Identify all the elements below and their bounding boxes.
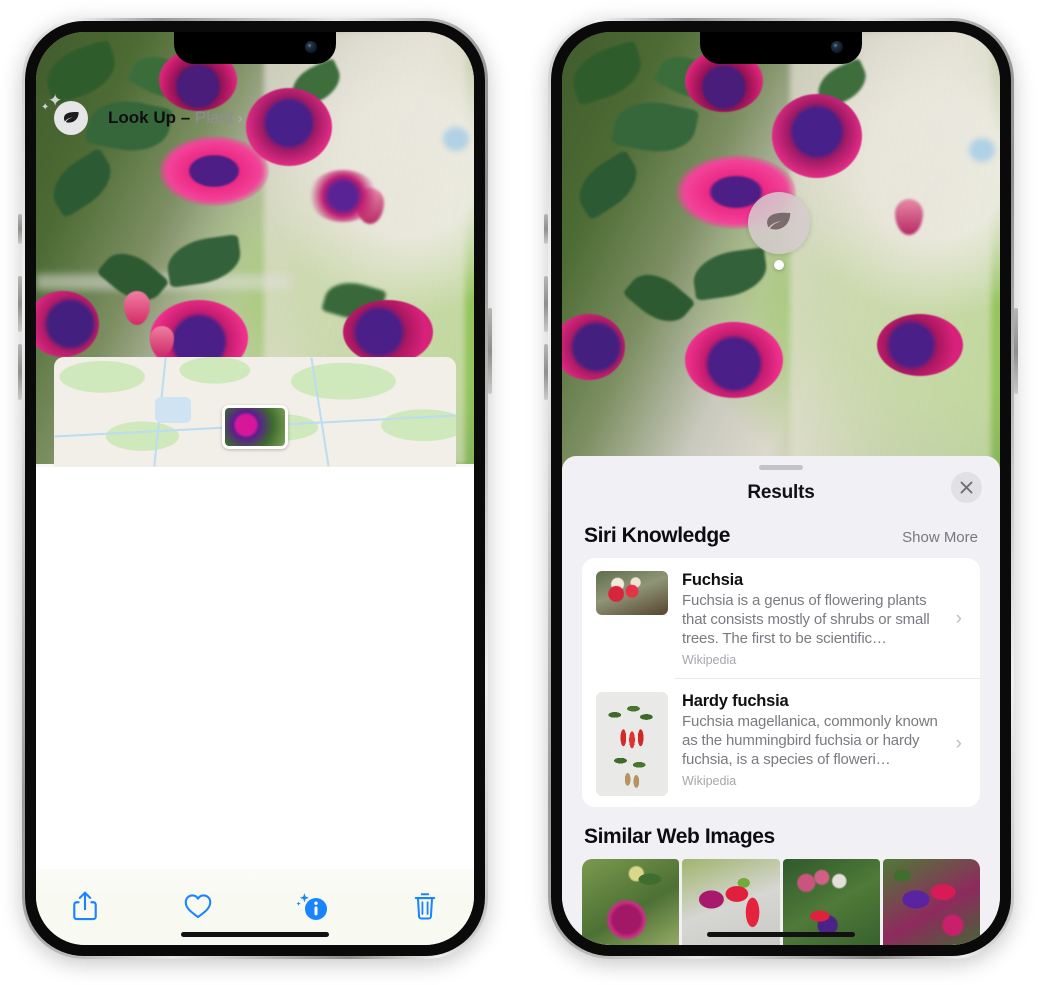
list-item[interactable]: Fuchsia Fuchsia is a genus of flowering … [582, 558, 980, 678]
siri-knowledge-card: Fuchsia Fuchsia is a genus of flowering … [582, 558, 980, 807]
list-item[interactable]: Hardy fuchsia Fuchsia magellanica, commo… [582, 679, 980, 807]
right-phone-screen: Results Siri Knowledge Show More Fuchsia… [562, 32, 1000, 945]
mute-switch[interactable] [544, 214, 548, 244]
notch [174, 32, 336, 64]
leaf-icon: ✦ ✦ [41, 92, 88, 135]
trash-icon [414, 893, 436, 920]
map-photo-pin[interactable] [222, 405, 288, 450]
siri-knowledge-section-header: Siri Knowledge Show More [562, 520, 1000, 558]
knowledge-body: Hardy fuchsia Fuchsia magellanica, commo… [682, 692, 956, 788]
map-pin-thumbnail [225, 408, 285, 447]
info-button[interactable] [289, 885, 335, 927]
front-camera [305, 41, 317, 53]
fuchsia-thumbnail [596, 571, 668, 615]
knowledge-title: Fuchsia [682, 571, 743, 589]
map-water [154, 396, 191, 423]
chevron-right-icon: › [237, 110, 243, 127]
knowledge-title: Hardy fuchsia [682, 692, 789, 710]
info-sparkle-icon [296, 893, 327, 920]
similar-web-images-section-header: Similar Web Images [562, 807, 1000, 859]
look-up-label-group: Look Up – Plant › [108, 108, 243, 128]
power-button[interactable] [1014, 308, 1018, 394]
left-phone-bezel: Add a Caption ✦ ✦ Look Up – [25, 21, 485, 956]
right-iphone-frame: Results Siri Knowledge Show More Fuchsia… [544, 18, 1018, 959]
web-image-tile[interactable] [882, 859, 980, 945]
location-map[interactable] [54, 357, 456, 467]
leaf-icon [767, 212, 791, 230]
look-up-subject: Plant [194, 108, 234, 127]
close-button[interactable] [951, 472, 982, 503]
share-icon [73, 891, 97, 921]
heart-icon [185, 894, 212, 919]
flower-6 [877, 313, 964, 376]
results-sheet: Results Siri Knowledge Show More Fuchsia… [562, 456, 1000, 945]
flower-6 [342, 299, 433, 364]
home-indicator[interactable] [181, 932, 329, 937]
volume-up-button[interactable] [18, 276, 22, 332]
delete-button[interactable] [402, 885, 448, 927]
results-header: Results [562, 470, 1000, 520]
page-title: Results [747, 482, 815, 503]
chevron-right-icon: › [955, 608, 962, 629]
notch [700, 32, 862, 64]
mute-switch[interactable] [18, 214, 22, 244]
show-more-button[interactable]: Show More [902, 529, 978, 546]
share-button[interactable] [62, 885, 108, 927]
volume-up-button[interactable] [544, 276, 548, 332]
knowledge-source: Wikipedia [682, 774, 737, 788]
left-iphone-frame: Add a Caption ✦ ✦ Look Up – [18, 18, 492, 959]
look-up-label: Look Up – [108, 108, 191, 127]
volume-down-button[interactable] [18, 344, 22, 400]
flower-3 [772, 93, 863, 178]
bokeh-2 [969, 137, 996, 162]
right-phone-bezel: Results Siri Knowledge Show More Fuchsia… [551, 21, 1011, 956]
visual-look-up-anchor-dot [774, 260, 784, 270]
screenshot-root: Add a Caption ✦ ✦ Look Up – [0, 0, 1055, 985]
sparkle-large-icon: ✦ [48, 91, 63, 110]
volume-down-button[interactable] [544, 344, 548, 400]
front-camera [831, 41, 843, 53]
section-title: Similar Web Images [584, 825, 775, 848]
visual-look-up-badge[interactable] [748, 192, 810, 254]
knowledge-source: Wikipedia [682, 653, 737, 667]
home-indicator[interactable] [707, 932, 855, 937]
look-up-row[interactable]: ✦ ✦ Look Up – Plant › [36, 89, 474, 148]
section-title: Siri Knowledge [584, 524, 731, 547]
power-button[interactable] [488, 308, 492, 394]
web-image-tile[interactable] [582, 859, 680, 945]
left-phone-screen: Add a Caption ✦ ✦ Look Up – [36, 32, 474, 945]
knowledge-description: Fuchsia magellanica, commonly known as t… [682, 713, 938, 768]
knowledge-description: Fuchsia is a genus of flowering plants t… [682, 592, 930, 647]
sparkle-small-icon: ✦ [41, 102, 50, 113]
chevron-right-icon: › [955, 733, 962, 754]
photo-viewer[interactable] [562, 32, 1000, 472]
favorite-button[interactable] [175, 885, 221, 927]
knowledge-body: Fuchsia Fuchsia is a genus of flowering … [682, 571, 956, 667]
hardy-fuchsia-thumbnail [596, 692, 668, 796]
flower-4 [684, 322, 783, 399]
flower-7 [307, 170, 378, 223]
close-icon [960, 481, 973, 494]
